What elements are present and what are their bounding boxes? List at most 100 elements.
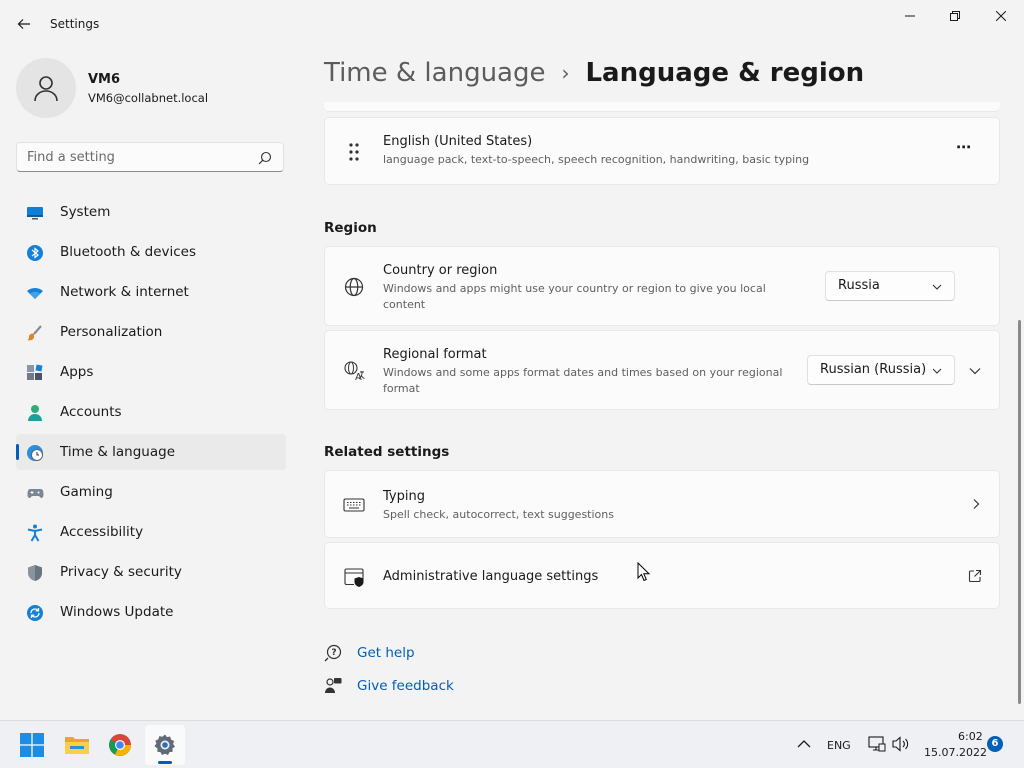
sidebar-item-bluetooth[interactable]: Bluetooth & devices [16, 234, 286, 270]
svg-text:?: ? [331, 648, 336, 658]
user-name: VM6 [88, 72, 121, 87]
volume-icon[interactable] [892, 736, 910, 752]
search-icon[interactable] [257, 150, 273, 166]
globe-icon [344, 277, 364, 297]
taskbar-settings[interactable] [145, 725, 185, 765]
give-feedback-text[interactable]: Give feedback [357, 678, 454, 694]
taskbar-file-explorer[interactable] [57, 725, 97, 765]
regional-format-desc: Windows and some apps format dates and t… [383, 366, 783, 395]
section-title-region: Region [324, 220, 377, 236]
person-icon [28, 405, 42, 421]
globe-clock-icon [27, 445, 43, 461]
file-explorer-icon [65, 737, 89, 754]
sidebar-item-accounts[interactable]: Accounts [16, 394, 286, 430]
breadcrumb-parent[interactable]: Time & language [324, 58, 545, 88]
mouse-cursor-icon [637, 562, 651, 582]
language-card-english[interactable]: English (United States) language pack, t… [324, 117, 1000, 185]
regional-format-card[interactable]: A Regional format Windows and some apps … [324, 330, 1000, 410]
brush-icon [27, 325, 42, 341]
country-region-card: Country or region Windows and apps might… [324, 246, 1000, 326]
breadcrumb: Time & language › Language & region [324, 58, 864, 88]
sidebar-item-personalization[interactable]: Personalization [16, 314, 286, 350]
restore-button[interactable] [932, 6, 978, 26]
page-title: Language & region [585, 58, 865, 88]
chevron-up-icon[interactable] [797, 739, 811, 749]
sidebar-item-gaming[interactable]: Gaming [16, 474, 286, 510]
clock-time[interactable]: 6:02 [958, 730, 983, 743]
close-button[interactable] [978, 6, 1024, 26]
search-input[interactable] [27, 148, 247, 166]
update-icon [27, 605, 43, 621]
sidebar-item-label: Windows Update [60, 604, 174, 620]
chrome-icon [109, 734, 131, 756]
chevron-right-icon [973, 499, 980, 509]
sidebar-item-label: Bluetooth & devices [60, 244, 197, 260]
app-title: Settings [50, 17, 100, 31]
close-icon [996, 11, 1006, 21]
feedback-icon [325, 678, 342, 693]
card-edge [324, 102, 1000, 112]
language-format-icon: A [344, 361, 365, 382]
sidebar-item-label: System [60, 204, 111, 220]
chevron-down-icon [932, 368, 942, 374]
sidebar-item-label: Network & internet [60, 284, 189, 300]
open-external-icon [968, 569, 982, 583]
input-language-indicator[interactable]: ENG [827, 739, 851, 752]
admin-language-settings-card[interactable]: Administrative language settings [324, 542, 1000, 609]
sidebar-item-label: Accessibility [60, 524, 144, 540]
title-bar: Settings [0, 0, 1024, 48]
country-region-dropdown[interactable]: Russia [825, 271, 955, 301]
country-region-title: Country or region [383, 263, 498, 278]
network-monitor-icon[interactable] [868, 736, 886, 752]
typing-settings-card[interactable]: Typing Spell check, autocorrect, text su… [324, 470, 1000, 538]
sidebar-item-label: Personalization [60, 324, 163, 340]
sidebar-item-label: Apps [60, 364, 94, 380]
section-title-related: Related settings [324, 444, 450, 460]
language-features: language pack, text-to-speech, speech re… [383, 153, 810, 166]
dropdown-selected-value: Russia [838, 278, 880, 293]
user-email: VM6@collabnet.local [88, 91, 209, 105]
start-icon [20, 733, 44, 757]
sidebar-item-label: Time & language [60, 444, 176, 460]
clock-date[interactable]: 15.07.2022 [924, 746, 987, 759]
admin-shield-window-icon [344, 568, 364, 587]
breadcrumb-separator: › [561, 61, 570, 85]
back-button[interactable] [12, 12, 36, 36]
give-feedback-link[interactable]: Give feedback [324, 675, 454, 697]
regional-format-dropdown[interactable]: Russian (Russia) [807, 355, 955, 385]
help-chat-icon: ? [324, 644, 342, 662]
admin-language-title: Administrative language settings [383, 569, 599, 584]
notification-badge[interactable]: 6 [987, 736, 1003, 752]
more-options-button[interactable]: ⋯ [956, 138, 971, 156]
sidebar-item-time-language[interactable]: Time & language [16, 434, 286, 470]
language-name: English (United States) [383, 134, 533, 149]
minimize-icon [905, 15, 915, 17]
start-button[interactable] [12, 725, 52, 765]
country-region-desc: Windows and apps might use your country … [383, 282, 766, 311]
get-help-link[interactable]: ? Get help [324, 642, 415, 664]
expand-chevron-icon[interactable] [968, 364, 982, 378]
sidebar-item-network[interactable]: Network & internet [16, 274, 286, 310]
typing-title: Typing [383, 489, 425, 504]
dropdown-selected-value: Russian (Russia) [820, 362, 927, 377]
taskbar-chrome[interactable] [100, 725, 140, 765]
accessibility-icon [27, 524, 43, 542]
sidebar-item-system[interactable]: System [16, 194, 286, 230]
taskbar: ENG 6:02 15.07.2022 [0, 720, 1024, 768]
search-box[interactable] [16, 142, 284, 172]
avatar [16, 58, 76, 118]
sidebar-item-windows-update[interactable]: Windows Update [16, 594, 286, 630]
user-profile[interactable]: VM6 VM6@collabnet.local [16, 58, 286, 118]
minimize-button[interactable] [887, 6, 933, 26]
sidebar-item-apps[interactable]: Apps [16, 354, 286, 390]
keyboard-icon [343, 498, 365, 512]
scrollbar[interactable] [1018, 320, 1021, 704]
chevron-down-icon [932, 284, 942, 290]
drag-handle-icon[interactable] [343, 141, 365, 163]
sidebar-item-accessibility[interactable]: Accessibility [16, 514, 286, 550]
sidebar-item-privacy[interactable]: Privacy & security [16, 554, 286, 590]
sidebar-item-label: Privacy & security [60, 564, 182, 580]
shield-icon [28, 565, 42, 581]
get-help-text[interactable]: Get help [357, 645, 415, 661]
wifi-icon [27, 287, 43, 299]
